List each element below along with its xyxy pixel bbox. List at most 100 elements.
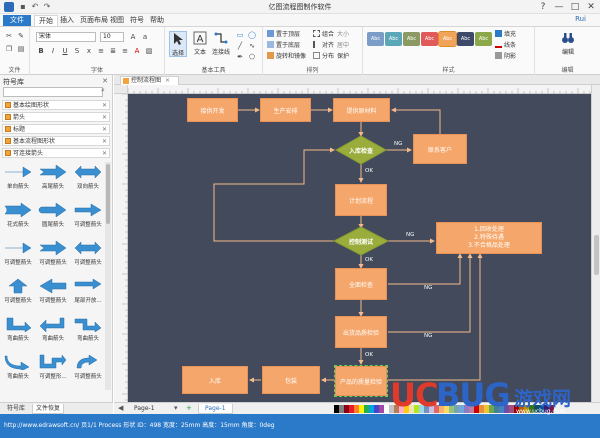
font-size-select[interactable]: 10 xyxy=(100,32,124,42)
tab-symbol-library[interactable]: 符号库 xyxy=(4,404,28,414)
shape-item[interactable]: 可调整箭头 xyxy=(70,200,106,230)
line-icon[interactable]: ╱ xyxy=(235,41,245,51)
library-search-input[interactable] xyxy=(3,87,103,97)
maximize-button[interactable]: □ xyxy=(568,1,582,13)
text-tool-button[interactable]: A 文本 xyxy=(191,31,209,56)
drawing-canvas[interactable]: 接供开发 生产安排 提供原材料 入库检查 联系客户 计划流程 控制测试 1.回收… xyxy=(128,94,591,402)
connector-tool-button[interactable]: 连接线 xyxy=(211,31,231,56)
shape-item[interactable]: 可调整箭头 xyxy=(35,238,71,268)
shape-item[interactable]: 单向箭头 xyxy=(0,162,36,192)
protect-button[interactable]: 保护 xyxy=(337,52,349,62)
tab-symbols[interactable]: 符号 xyxy=(126,15,148,26)
style-swatch[interactable]: Abc xyxy=(367,32,384,46)
curve-icon[interactable]: ∿ xyxy=(247,41,257,51)
style-swatch[interactable]: Abc xyxy=(475,32,492,46)
tab-home[interactable]: 开始 xyxy=(34,15,58,26)
node-contact[interactable]: 联系客户 xyxy=(413,134,467,164)
polygon-icon[interactable]: ⬠ xyxy=(247,52,257,62)
shadow-button[interactable]: 阴影 xyxy=(495,52,516,62)
copy-icon[interactable]: ❐ xyxy=(4,44,14,54)
shape-item[interactable]: 尾部开放... xyxy=(70,276,106,306)
close-category-icon[interactable]: ✕ xyxy=(102,149,107,158)
node-full-check[interactable]: 全面检查 xyxy=(335,268,387,300)
shape-item[interactable]: 弯曲箭头 xyxy=(70,314,106,344)
align-center-icon[interactable]: ≡ xyxy=(120,46,130,56)
search-icon[interactable]: ⌕ xyxy=(101,86,110,97)
subscript-icon[interactable]: x xyxy=(84,46,94,56)
format-painter-icon[interactable]: ✎ xyxy=(16,31,26,41)
send-back-button[interactable]: 置于底层 xyxy=(267,41,300,51)
node-product-check[interactable]: 产品的质量检验 xyxy=(334,365,388,397)
page-tab[interactable]: Page-1 xyxy=(128,404,161,414)
shrink-font-icon[interactable]: a xyxy=(140,32,150,42)
node-package[interactable]: 包装 xyxy=(262,366,320,394)
shape-item[interactable]: 弯曲箭头 xyxy=(0,314,36,344)
grow-font-icon[interactable]: A xyxy=(128,32,138,42)
shape-item[interactable]: 可调整箭头 xyxy=(0,276,36,306)
line-button[interactable]: 线条 xyxy=(495,41,516,51)
tab-file[interactable]: 文件 xyxy=(3,15,31,26)
node-produce[interactable]: 生产安排 xyxy=(260,98,311,122)
close-category-icon[interactable]: ✕ xyxy=(102,137,107,146)
style-swatch[interactable]: Abc xyxy=(385,32,402,46)
node-ship-check[interactable]: 出货品质检验 xyxy=(335,316,387,348)
page-tab-active[interactable]: Page-1 xyxy=(198,404,233,414)
node-ng-handling[interactable]: 1.回收处理 2.特殊待遇 3.不合格品处理 xyxy=(436,222,542,254)
shape-item[interactable]: 可调整箭头 xyxy=(70,352,106,382)
minimize-button[interactable]: — xyxy=(552,1,566,13)
pin-icon[interactable]: ✕ xyxy=(102,77,108,85)
library-scroll-thumb[interactable] xyxy=(106,164,110,224)
decision-control-test[interactable]: 控制测试 xyxy=(334,227,388,255)
edit-button[interactable]: 编辑 xyxy=(559,31,577,56)
style-swatch[interactable]: Abc xyxy=(421,32,438,46)
shape-item[interactable]: 可调整箭头 xyxy=(35,276,71,306)
align-button[interactable]: 对齐 xyxy=(313,41,334,51)
distribute-button[interactable]: 分布 xyxy=(313,52,334,62)
shape-item[interactable]: 高尾箭头 xyxy=(35,162,71,192)
decision-inspect-in[interactable]: 入库检查 xyxy=(336,136,386,164)
close-category-icon[interactable]: ✕ xyxy=(102,113,107,122)
shape-item[interactable]: 双向箭头 xyxy=(70,162,106,192)
close-tab-icon[interactable]: ✕ xyxy=(165,77,170,84)
bullets-icon[interactable]: ≡ xyxy=(96,46,106,56)
italic-icon[interactable]: I xyxy=(48,46,58,56)
library-scrollbar[interactable] xyxy=(105,162,111,390)
add-page-icon[interactable]: + xyxy=(186,404,192,412)
shape-item[interactable]: 花式箭头 xyxy=(0,200,36,230)
bring-front-button[interactable]: 置于顶层 xyxy=(267,30,300,40)
group-button[interactable]: 组合 xyxy=(313,30,334,40)
node-warehouse[interactable]: 入库 xyxy=(182,366,248,394)
strikethrough-icon[interactable]: S xyxy=(72,46,82,56)
close-category-icon[interactable]: ✕ xyxy=(102,125,107,134)
paste-icon[interactable]: ▤ xyxy=(16,44,26,54)
center-button[interactable]: 居中 xyxy=(337,41,349,51)
select-tool-button[interactable]: 选择 xyxy=(169,31,187,57)
shape-item[interactable]: 圆尾箭头 xyxy=(35,200,71,230)
style-swatch[interactable]: Abc xyxy=(457,32,474,46)
rectangle-icon[interactable]: ▭ xyxy=(235,30,245,40)
help-icon[interactable]: ? xyxy=(536,1,550,13)
library-category[interactable]: 基本流程图形状 ✕ xyxy=(2,136,110,146)
shape-item[interactable]: 可调整箭头 xyxy=(0,238,36,268)
ellipse-icon[interactable]: ◯ xyxy=(247,30,257,40)
rotate-button[interactable]: 旋转和镜像 xyxy=(267,52,306,62)
library-category[interactable]: 箭头 ✕ xyxy=(2,112,110,122)
style-swatch[interactable]: Abc xyxy=(438,31,457,47)
shape-item[interactable]: 弯曲箭头 xyxy=(0,352,36,382)
cut-icon[interactable]: ✂ xyxy=(4,31,14,41)
fill-button[interactable]: 填充 xyxy=(495,30,516,40)
font-color-icon[interactable]: A xyxy=(132,46,142,56)
node-material[interactable]: 提供原材料 xyxy=(333,98,390,122)
size-button[interactable]: 大小 xyxy=(337,30,349,40)
style-swatch[interactable]: Abc xyxy=(403,32,420,46)
tab-view[interactable]: 视图 xyxy=(106,15,128,26)
shape-item[interactable]: 弯曲箭头 xyxy=(35,314,71,344)
vertical-scrollbar[interactable] xyxy=(591,85,600,402)
shape-item[interactable]: 可调整箭头 xyxy=(70,238,106,268)
pen-icon[interactable]: ✒ xyxy=(235,52,245,62)
highlight-icon[interactable]: ▨ xyxy=(144,46,154,56)
node-plan[interactable]: 计划流程 xyxy=(335,184,387,216)
tab-help[interactable]: 帮助 xyxy=(146,15,168,26)
tab-insert[interactable]: 插入 xyxy=(56,15,78,26)
shape-item[interactable]: 可调整形... xyxy=(35,352,71,382)
